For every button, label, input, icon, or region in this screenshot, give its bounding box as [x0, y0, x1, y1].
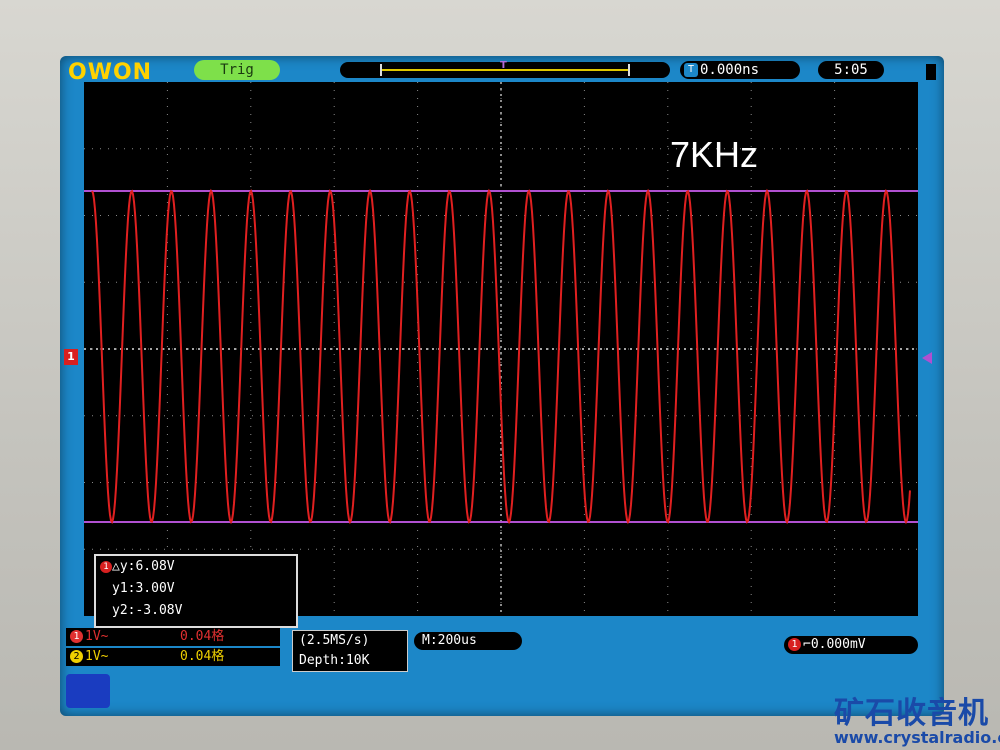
cursor-y2: y2:-3.08V — [112, 603, 183, 618]
timebase-readout[interactable]: M:200us — [414, 632, 522, 650]
clock-readout: 5:05 — [818, 61, 884, 79]
watermark-chinese: 矿石收音机 — [834, 696, 989, 731]
trigger-level-readout[interactable]: 1 ⌐0.000mV — [784, 636, 918, 654]
trigger-position-value: 0.000ns — [700, 62, 760, 78]
window-right-marker — [628, 64, 630, 76]
frequency-overlay-label: 7KHz — [670, 134, 759, 175]
channel1-number: 1 — [70, 630, 83, 643]
trigger-marker-icon: T — [500, 60, 507, 71]
cursor-delta-y: △y:6.08V — [112, 559, 175, 574]
trigger-position-readout: T 0.000ns — [680, 61, 800, 79]
channel2-coupling: 1V~ — [85, 649, 109, 664]
channel1-scale: 0.04格 — [180, 629, 225, 644]
memory-depth: Depth:10K — [299, 653, 370, 668]
oscilloscope-screen: OWON Trig T T 0.000ns 5:05 1 7KHz 1 △y:6.0… — [60, 56, 944, 716]
graticule — [84, 82, 918, 616]
channel1-badge: 1 — [100, 560, 112, 573]
battery-icon — [926, 64, 936, 80]
channel2-scale: 0.04格 — [180, 649, 225, 664]
trigger-level-value: ⌐0.000mV — [803, 637, 866, 652]
trigger-source-badge: 1 — [788, 638, 801, 651]
cursor-readout-panel: 1 △y:6.08V y1:3.00V y2:-3.08V — [94, 554, 298, 628]
channel2-info[interactable]: 2 1V~ 0.04格 — [66, 648, 280, 666]
channel1-coupling: 1V~ — [85, 629, 109, 644]
waveform-display — [84, 82, 918, 616]
channel1-ground-marker: 1 — [64, 349, 78, 365]
trigger-time-icon: T — [684, 63, 698, 77]
watermark-url: www.crystalradio.cn — [834, 728, 1000, 747]
channel1-info[interactable]: 1 1V~ 0.04格 — [66, 628, 280, 646]
acquisition-info: (2.5MS/s) Depth:10K — [292, 630, 408, 672]
window-left-marker — [380, 64, 382, 76]
sample-rate: (2.5MS/s) — [299, 633, 370, 648]
cursor-y1: y1:3.00V — [112, 581, 175, 596]
trig-status-badge: Trig — [194, 60, 280, 80]
time-position-bar[interactable]: T — [340, 60, 670, 78]
menu-toggle-button[interactable] — [66, 674, 110, 708]
trigger-level-marker-icon — [922, 352, 932, 364]
channel2-number: 2 — [70, 650, 83, 663]
